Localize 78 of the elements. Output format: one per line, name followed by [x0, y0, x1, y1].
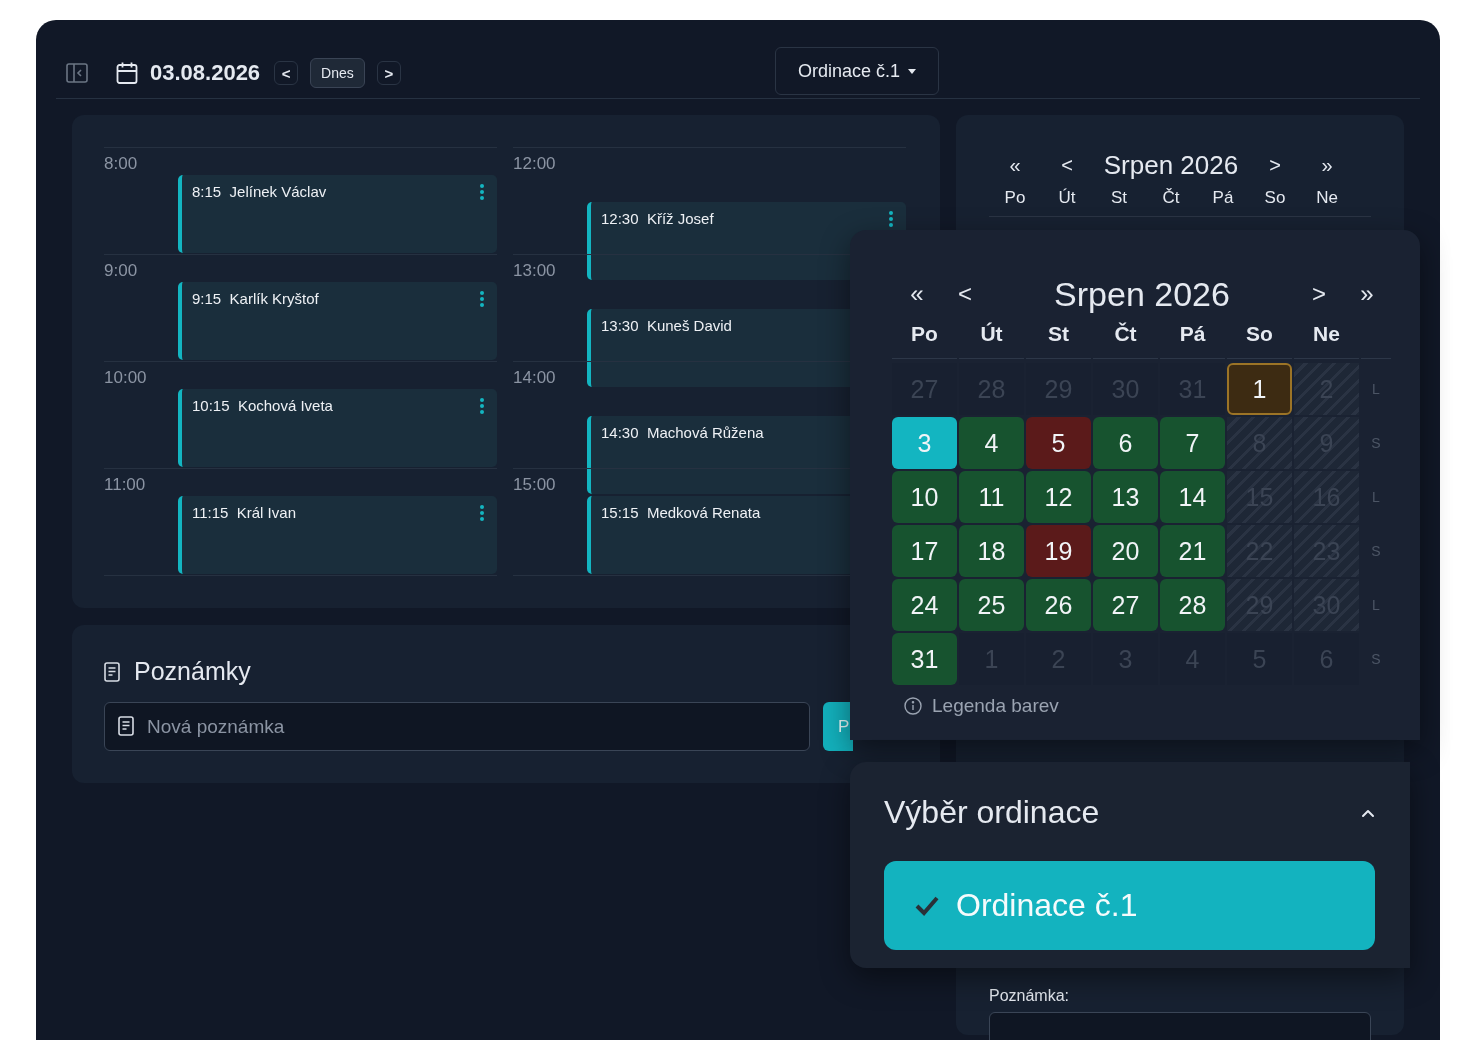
- panel-title: Výběr ordinace: [884, 794, 1100, 831]
- next-year-button[interactable]: »: [1356, 280, 1378, 308]
- calendar-day[interactable]: 14: [1160, 471, 1225, 523]
- more-options-icon[interactable]: [479, 397, 485, 415]
- calendar-day[interactable]: 17: [892, 525, 957, 577]
- weekday-label: Pá: [1211, 188, 1235, 208]
- calendar-day[interactable]: 26: [1026, 579, 1091, 631]
- more-options-icon[interactable]: [479, 504, 485, 522]
- calendar-day[interactable]: 24: [892, 579, 957, 631]
- today-button[interactable]: Dnes: [310, 58, 365, 88]
- calendar-day[interactable]: 12: [1026, 471, 1091, 523]
- weekday-label: St: [1109, 188, 1129, 208]
- appointment-block[interactable]: 10:15 Kochová Iveta: [178, 389, 497, 467]
- hour-label: 11:00: [104, 475, 146, 495]
- next-day-button[interactable]: >: [376, 61, 401, 85]
- color-legend-link[interactable]: Legenda barev: [904, 695, 1059, 717]
- calendar-day[interactable]: 18: [959, 525, 1024, 577]
- previous-year-button[interactable]: «: [1009, 153, 1021, 177]
- hour-label: 8:00: [104, 154, 138, 174]
- weekday-label: Ne: [1294, 316, 1359, 359]
- weekday-label: Út: [1057, 188, 1077, 208]
- calendar-day[interactable]: 11: [959, 471, 1024, 523]
- previous-year-button[interactable]: «: [906, 280, 928, 308]
- more-options-icon[interactable]: [479, 183, 485, 201]
- note-label: Poznámka:: [989, 987, 1070, 1005]
- month-title: Srpen 2026: [1102, 149, 1240, 181]
- weekday-label: St: [1026, 316, 1091, 359]
- next-month-button[interactable]: >: [1308, 280, 1330, 308]
- weekday-label: So: [1263, 188, 1287, 208]
- calendar-icon: [116, 61, 138, 85]
- weekday-label: Čt: [1093, 316, 1158, 359]
- calendar-day[interactable]: 21: [1160, 525, 1225, 577]
- appointment-block[interactable]: 8:15 Jelínek Václav: [178, 175, 497, 253]
- weekday-label: Čt: [1161, 188, 1181, 208]
- weekday-label: So: [1227, 316, 1292, 359]
- more-options-icon[interactable]: [479, 290, 485, 308]
- hour-label: 15:00: [513, 475, 556, 495]
- appointment-block[interactable]: 11:15 Král Ivan: [178, 496, 497, 574]
- calendar-day[interactable]: 28: [1160, 579, 1225, 631]
- note-icon: [118, 716, 134, 736]
- calendar-day[interactable]: 1: [1227, 363, 1292, 415]
- calendar-day[interactable]: 27: [1093, 579, 1158, 631]
- calendar-day[interactable]: 31: [892, 633, 957, 685]
- current-date: 03.08.2026: [150, 60, 261, 86]
- calendar-day[interactable]: 13: [1093, 471, 1158, 523]
- calendar-day[interactable]: 4: [959, 417, 1024, 469]
- previous-month-button[interactable]: <: [1061, 153, 1073, 177]
- appointment-block[interactable]: 9:15 Karlík Kryštof: [178, 282, 497, 360]
- calendar-day[interactable]: 10: [892, 471, 957, 523]
- new-note-field[interactable]: Nová poznámka: [104, 702, 810, 751]
- notes-title: Poznámky: [134, 657, 251, 686]
- weekday-label: Ne: [1315, 188, 1339, 208]
- calendar-day[interactable]: 19: [1026, 525, 1091, 577]
- weekday-label: Po: [892, 316, 957, 359]
- hour-label: 13:00: [513, 261, 556, 281]
- calendar-day[interactable]: 25: [959, 579, 1024, 631]
- hour-label: 9:00: [104, 261, 138, 281]
- info-icon: [904, 697, 922, 715]
- note-icon: [104, 661, 120, 682]
- hour-label: 12:00: [513, 154, 556, 174]
- next-month-button[interactable]: >: [1269, 153, 1281, 177]
- calendar-day[interactable]: 7: [1160, 417, 1225, 469]
- weekday-label: Út: [959, 316, 1024, 359]
- month-title: Srpen 2026: [1053, 274, 1231, 314]
- calendar-day[interactable]: 5: [1026, 417, 1091, 469]
- sidebar-toggle-icon[interactable]: [66, 62, 88, 84]
- more-options-icon[interactable]: [888, 210, 894, 228]
- practice-dropdown[interactable]: Ordinace č.1: [775, 47, 939, 95]
- checkmark-icon: [914, 894, 940, 917]
- weekday-label: Pá: [1160, 316, 1225, 359]
- weekday-label: Po: [1003, 188, 1027, 208]
- hour-label: 14:00: [513, 368, 556, 388]
- next-year-button[interactable]: »: [1321, 153, 1333, 177]
- hour-label: 10:00: [104, 368, 147, 388]
- calendar-day[interactable]: 6: [1093, 417, 1158, 469]
- calendar-day[interactable]: 20: [1093, 525, 1158, 577]
- previous-month-button[interactable]: <: [954, 280, 976, 308]
- previous-day-button[interactable]: <: [274, 61, 299, 85]
